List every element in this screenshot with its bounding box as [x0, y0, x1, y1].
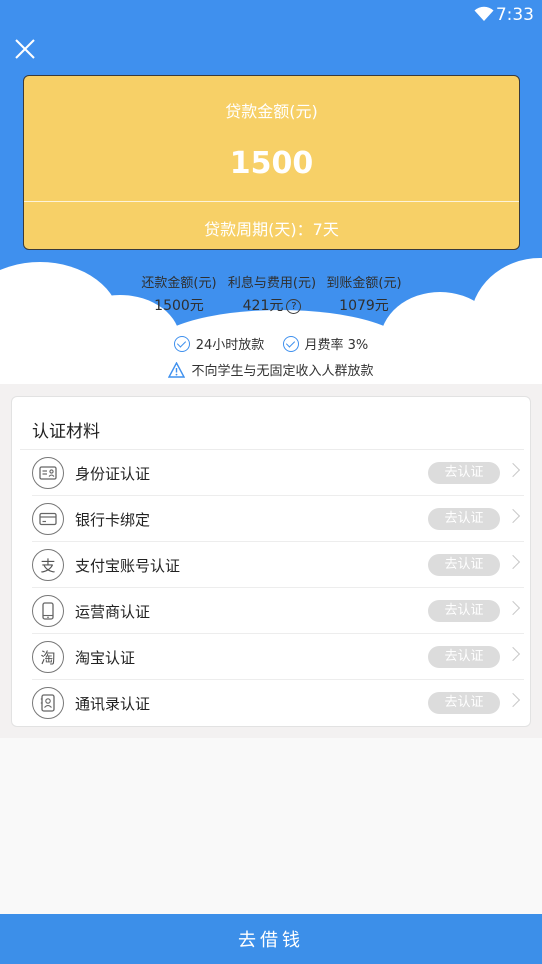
status-bar: 7:33: [0, 0, 542, 30]
chevron-right-icon: [505, 554, 521, 570]
promise-fast-payout: 24小时放款: [195, 338, 265, 353]
material-item-bank-card[interactable]: 银行卡绑定 去认证: [20, 496, 524, 542]
verify-button[interactable]: 去认证: [428, 692, 500, 714]
warning-icon: [168, 362, 186, 378]
material-item-id-card[interactable]: 身份证认证 去认证: [20, 450, 524, 496]
header-area: 7:33 贷款金额(元) 1500 贷款周期(天)：7天 还款金额(元) 150…: [0, 0, 542, 330]
received-amount-label: 到账金额(元): [326, 276, 402, 291]
material-item-contacts[interactable]: 通讯录认证 去认证: [20, 680, 524, 726]
borrow-button[interactable]: 去借钱: [0, 914, 542, 964]
cloud-decoration: [470, 258, 542, 330]
chevron-right-icon: [505, 646, 521, 662]
id-card-icon: [32, 457, 64, 489]
loan-period: 贷款周期(天)：7天: [204, 220, 339, 239]
interest-fee-label: 利息与费用(元): [227, 276, 317, 291]
material-label: 身份证认证: [75, 465, 151, 483]
chevron-right-icon: [505, 692, 521, 708]
service-promises: 24小时放款 月费率 3% 不向学生与无固定收入人群放款: [0, 330, 542, 384]
chevron-right-icon: [505, 462, 521, 478]
interest-fee-value: 421元: [242, 298, 284, 314]
close-icon[interactable]: [14, 38, 36, 60]
repay-amount-label: 还款金额(元): [141, 276, 217, 291]
bank-card-icon: [32, 503, 64, 535]
contacts-icon: [32, 687, 64, 719]
check-circle-icon: [282, 336, 299, 352]
material-label: 银行卡绑定: [75, 511, 151, 529]
card-divider: [24, 201, 519, 202]
material-label: 运营商认证: [75, 603, 151, 621]
help-icon[interactable]: ?: [286, 299, 302, 314]
material-item-carrier[interactable]: 运营商认证 去认证: [20, 588, 524, 634]
promise-monthly-rate: 月费率 3%: [304, 338, 369, 353]
loan-amount-label: 贷款金额(元): [225, 102, 318, 121]
verify-button[interactable]: 去认证: [428, 508, 500, 530]
phone-icon: [32, 595, 64, 627]
chevron-right-icon: [505, 600, 521, 616]
taobao-icon: 淘: [32, 641, 64, 673]
material-label: 支付宝账号认证: [75, 557, 181, 575]
empty-area: [0, 738, 542, 914]
repay-amount-value: 1500元: [154, 298, 204, 314]
loan-amount-card: 贷款金额(元) 1500 贷款周期(天)：7天: [23, 75, 520, 250]
materials-title: 认证材料: [32, 422, 100, 442]
chevron-right-icon: [505, 508, 521, 524]
wifi-icon: [474, 6, 494, 21]
verify-button[interactable]: 去认证: [428, 600, 500, 622]
repay-amount: 还款金额(元) 1500元: [140, 272, 218, 315]
loan-amount-value: 1500: [229, 146, 314, 181]
received-amount-value: 1079元: [339, 298, 389, 314]
material-item-alipay[interactable]: 支 支付宝账号认证 去认证: [20, 542, 524, 588]
check-circle-icon: [173, 336, 190, 352]
verify-button[interactable]: 去认证: [428, 554, 500, 576]
material-label: 淘宝认证: [75, 649, 136, 667]
material-label: 通讯录认证: [75, 695, 151, 713]
received-amount: 到账金额(元) 1079元: [325, 272, 403, 315]
status-time: 7:33: [495, 5, 534, 25]
verify-button[interactable]: 去认证: [428, 462, 500, 484]
verification-materials-card: 认证材料 身份证认证 去认证 银行卡绑定 去认证 支 支付宝账号认证 去认证 运…: [11, 396, 531, 727]
material-item-taobao[interactable]: 淘 淘宝认证 去认证: [20, 634, 524, 680]
interest-fee: 利息与费用(元) 421元?: [226, 272, 318, 315]
warning-text: 不向学生与无固定收入人群放款: [191, 364, 374, 379]
verify-button[interactable]: 去认证: [428, 646, 500, 668]
alipay-icon: 支: [32, 549, 64, 581]
